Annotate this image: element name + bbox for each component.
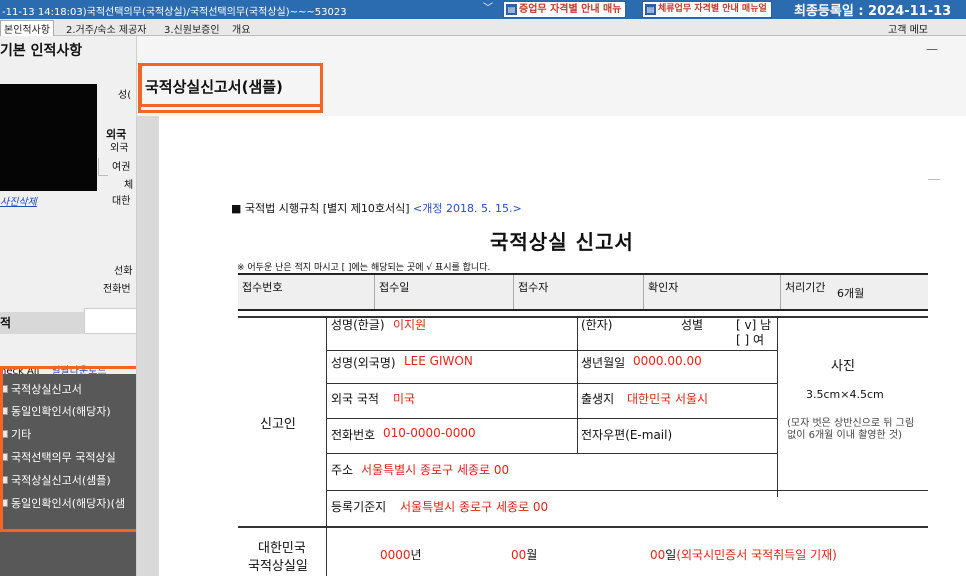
table-border xyxy=(777,318,778,497)
tab-residence[interactable]: 2.거주/숙소 제공자 xyxy=(66,21,147,36)
name-kr-label: 성명(한글) xyxy=(331,318,385,332)
tab-bar: 본인적사항 2.거주/숙소 제공자 3.신원보증인 개요 고객 메모 xyxy=(0,19,966,36)
table-border xyxy=(326,453,778,454)
photo-delete-link[interactable]: 사진삭제 xyxy=(0,193,37,208)
tab-personal[interactable]: 본인적사항 xyxy=(0,20,54,36)
phone-label: 전화번호 xyxy=(331,428,376,442)
applicant-label: 신고인 xyxy=(260,417,296,432)
visa-manual-button[interactable]: ▤ 증업무 자격별 안내 매뉴 xyxy=(503,1,627,18)
table-border xyxy=(238,526,928,528)
highlight-box xyxy=(0,366,152,532)
table-border xyxy=(326,528,327,576)
revision-note: <개정 2018. 5. 15.> xyxy=(413,202,522,215)
document-icon: ▤ xyxy=(645,4,656,15)
receipt-number-cell: 접수번호 xyxy=(242,281,283,294)
field-label: 체 xyxy=(124,180,134,191)
photo-label: 사진 xyxy=(831,359,855,374)
processing-period-cell: 처리기간 6개월 xyxy=(780,275,928,309)
tab-overview[interactable]: 개요 xyxy=(232,21,250,36)
gender-label: 성별 xyxy=(681,318,704,332)
address-label: 주소 xyxy=(331,463,354,477)
field-label: 선화 xyxy=(114,266,133,277)
confirmer-cell: 확인자 xyxy=(643,275,780,309)
receipt-row: 접수번호 접수일 접수자 확인자 처리기간 6개월 xyxy=(238,273,928,311)
gender-female: [ ] 여 xyxy=(736,333,765,347)
window-titlebar: -11-13 14:18:03)국적선택의무(국적상실)/국적선택의무(국적상실… xyxy=(0,0,966,19)
nationality-field[interactable] xyxy=(84,308,140,334)
window-title: -11-13 14:18:03)국적선택의무(국적상실)/국적선택의무(국적상실… xyxy=(2,7,347,18)
birth-value: 0000.00.00 xyxy=(633,354,702,368)
loss-date-label: 대한민국 xyxy=(258,541,306,556)
chevron-down-icon[interactable]: ﹀ xyxy=(480,1,496,17)
minimize-button[interactable]: — xyxy=(926,42,938,56)
foreign-nat-value: 미국 xyxy=(393,392,416,406)
form-note: ※ 어두운 난은 적지 마시고 [ ]에는 해당되는 곳에 √ 표시를 합니다. xyxy=(237,263,491,273)
photo-note: (모자 벗은 상반신으로 뒤 그림 없이 6개월 이내 촬영한 것) xyxy=(787,418,915,441)
foreign-nat-label: 외국 국적 xyxy=(331,392,379,406)
table-border xyxy=(326,418,778,419)
receipt-date-cell: 접수일 xyxy=(374,275,513,309)
table-border xyxy=(326,383,778,384)
registry-value: 서울특별시 종로구 세종로 00 xyxy=(400,500,549,514)
registry-label: 등록기준지 xyxy=(331,500,387,514)
table-border xyxy=(577,350,578,453)
name-foreign-label: 성명(외국명) xyxy=(331,356,396,370)
receiver-cell: 접수자 xyxy=(513,275,643,309)
loss-date-label: 국적상실일 xyxy=(248,559,308,574)
birthplace-label: 출생지 xyxy=(581,392,615,406)
field-label: 성( xyxy=(118,90,132,101)
document-icon: ▤ xyxy=(506,4,517,15)
stay-manual-button[interactable]: ▤ 체류업무 자격별 안내 매뉴얼 xyxy=(642,1,772,18)
customer-memo-tab[interactable]: 고객 메모 xyxy=(888,21,928,36)
highlight-box xyxy=(138,63,323,113)
address-value: 서울특별시 종로구 세종로 00 xyxy=(361,463,510,477)
section-title: 기본 인적사항 xyxy=(0,43,83,59)
name-kr-value: 이지원 xyxy=(393,318,427,332)
hanja-label: (한자) xyxy=(581,318,613,332)
form-header: ■ 국적법 시행규칙 [별지 제10호서식] <개정 2018. 5. 15.> xyxy=(231,202,522,215)
field-label: 전화번 xyxy=(103,284,131,295)
final-registration-date: 최종등록일 : 2024-11-13 xyxy=(794,4,952,19)
crop-mark xyxy=(98,158,108,176)
table-border xyxy=(326,350,778,351)
viewer-margin xyxy=(137,116,159,576)
field-label: 여권 xyxy=(112,162,131,173)
field-label: 대한 xyxy=(112,196,131,207)
table-border xyxy=(326,490,928,491)
tab-guarantor[interactable]: 3.신원보증인 xyxy=(164,21,220,36)
loss-year: 0000년 xyxy=(380,548,422,562)
photo-size: 3.5cm×4.5cm xyxy=(806,388,884,401)
document-page xyxy=(159,116,966,576)
birthplace-value: 대한민국 서울시 xyxy=(627,392,709,406)
nationality-section-title: 적 xyxy=(0,312,84,334)
table-border xyxy=(577,318,578,350)
loss-month: 00월 xyxy=(511,548,538,562)
name-foreign-value: LEE GIWON xyxy=(404,354,473,368)
loss-day: 00일(외국시민증서 국적취득일 기재) xyxy=(650,548,837,562)
phone-value: 010-0000-0000 xyxy=(383,426,476,440)
field-label: 외국 xyxy=(110,143,129,154)
crop-mark xyxy=(928,168,940,180)
birth-label: 생년월일 xyxy=(581,356,626,370)
applicant-photo xyxy=(0,84,97,191)
email-label: 전자우편(E-mail) xyxy=(581,428,673,442)
form-title: 국적상실 신고서 xyxy=(490,230,634,254)
